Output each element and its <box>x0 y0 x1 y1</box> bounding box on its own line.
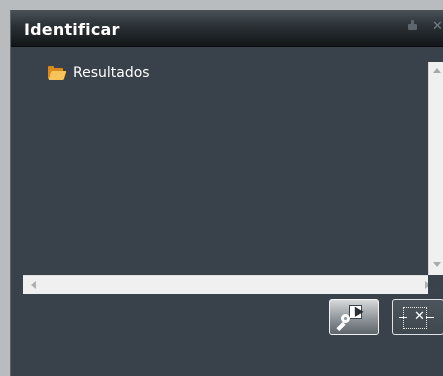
scroll-up-arrow-icon[interactable] <box>433 68 441 73</box>
tree-item-resultados[interactable]: Resultados <box>48 65 150 81</box>
scroll-left-arrow-icon[interactable] <box>31 281 36 289</box>
panel-titlebar: Identificar ✕ <box>11 10 443 47</box>
identify-panel: Identificar ✕ Resultados ✕ <box>10 10 443 376</box>
horizontal-scrollbar[interactable] <box>23 275 443 294</box>
tree-item-label: Resultados <box>73 65 150 81</box>
panel-title: Identificar <box>24 20 120 39</box>
scroll-down-arrow-icon[interactable] <box>433 262 441 267</box>
results-tree: Resultados <box>11 47 428 275</box>
minimize-icon[interactable] <box>407 19 419 31</box>
scrollbar-corner <box>428 275 443 294</box>
identify-button[interactable] <box>329 299 379 335</box>
vertical-scrollbar[interactable] <box>428 62 443 275</box>
clear-selection-button[interactable]: ✕ <box>392 299 443 335</box>
close-icon[interactable]: ✕ <box>432 19 443 34</box>
open-folder-icon <box>48 66 67 80</box>
